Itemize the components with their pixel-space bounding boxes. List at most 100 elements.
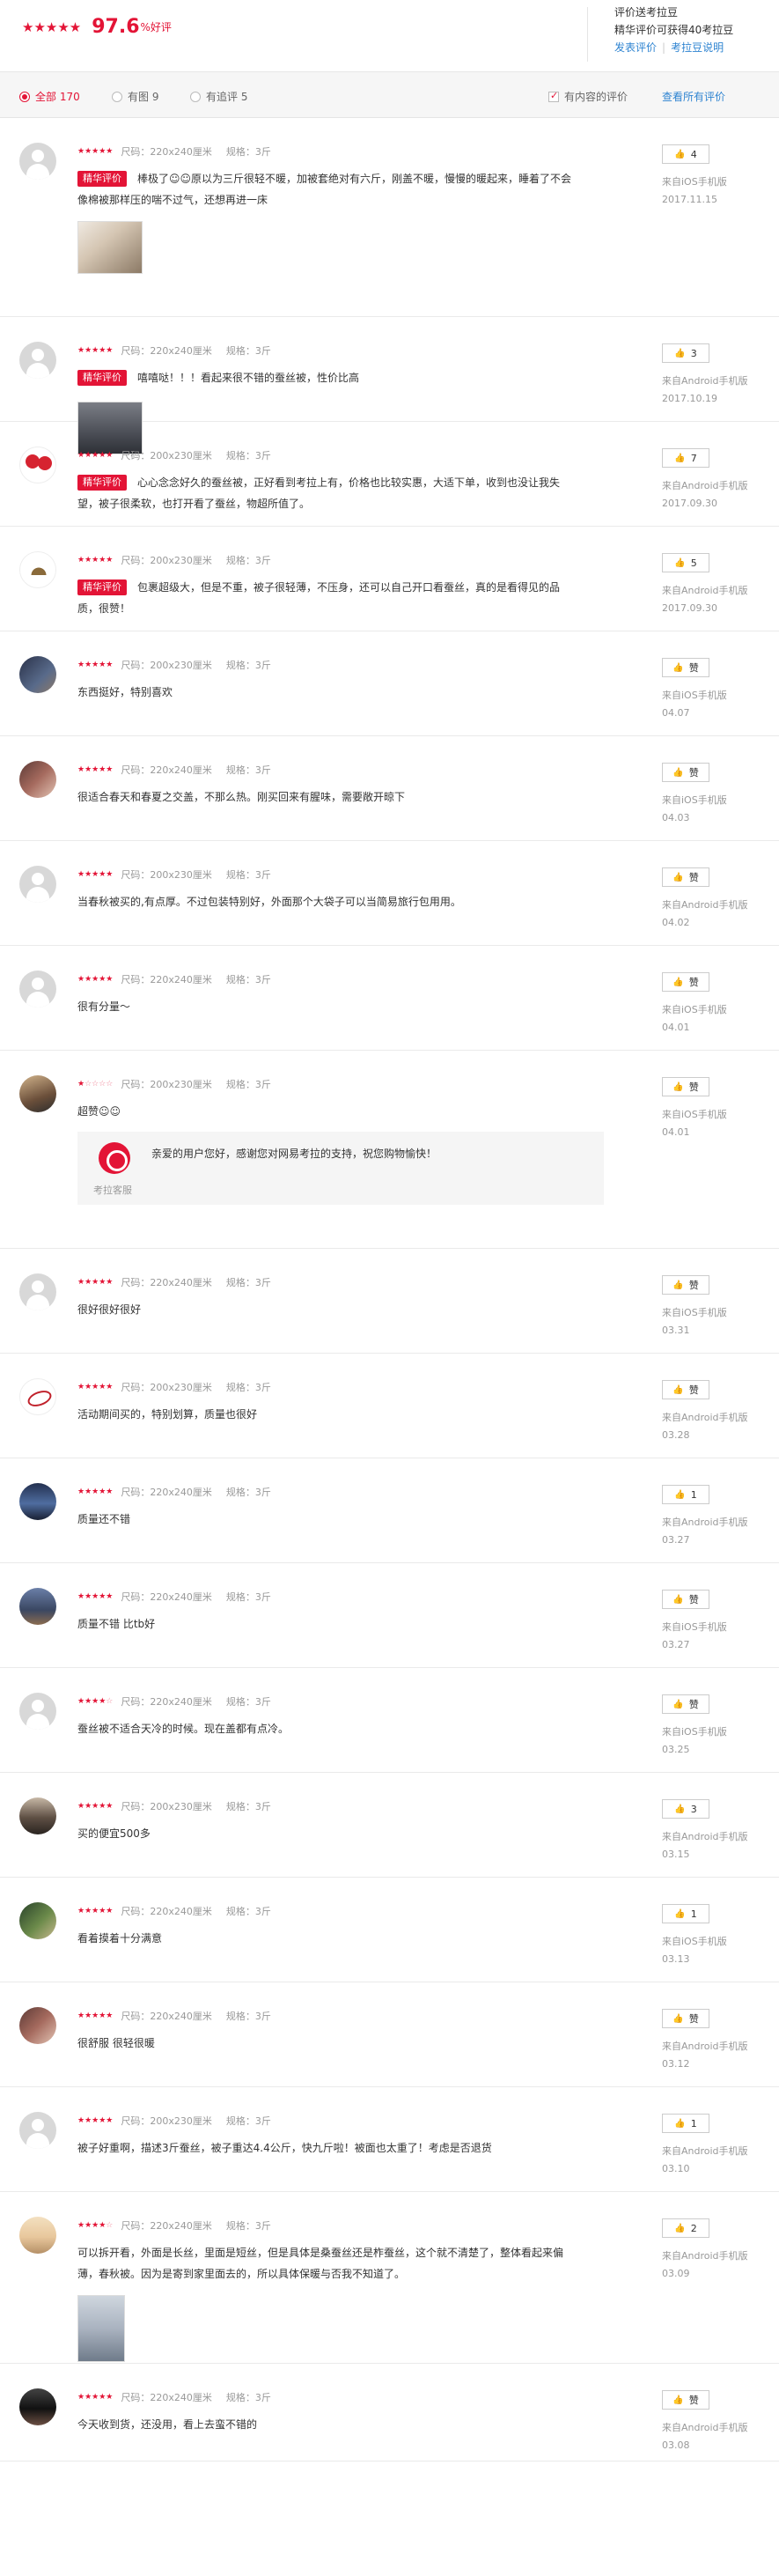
review-date: 2017.10.19	[662, 393, 717, 404]
like-button[interactable]: 👍 赞	[662, 763, 709, 782]
like-button[interactable]: 👍 1	[662, 1485, 709, 1504]
user-avatar[interactable]	[19, 143, 56, 180]
review-meta: ★★★★★ 尺码：220x240厘米 规格：3斤	[77, 144, 271, 159]
review-text: 很舒服 很轻很暖	[77, 2037, 155, 2049]
review-meta: ★★★★★ 尺码：220x240厘米 规格：3斤	[77, 972, 271, 986]
user-avatar[interactable]	[19, 1797, 56, 1834]
like-button[interactable]: 👍 赞	[662, 1275, 709, 1295]
review-platform: 来自iOS手机版	[662, 1109, 727, 1120]
view-all-link[interactable]: 查看所有评价	[662, 89, 725, 104]
filter-has-content[interactable]: 有内容的评价	[548, 89, 628, 104]
user-avatar[interactable]	[19, 1483, 56, 1520]
review-text: 质量不错 比tb好	[77, 1618, 156, 1630]
like-button[interactable]: 👍 3	[662, 343, 709, 363]
review-text: 可以拆开看，外面是长丝，里面是短丝，但是具体是桑蚕丝还是柞蚕丝，这个就不清楚了，…	[77, 2247, 564, 2259]
weight-spec: 规格：3斤	[225, 1801, 271, 1812]
size-spec: 尺码：200x230厘米	[121, 1801, 212, 1812]
like-button[interactable]: 👍 4	[662, 144, 709, 164]
like-button[interactable]: 👍 赞	[662, 658, 709, 677]
filter-appended[interactable]: 有追评 5	[190, 89, 247, 104]
review-date: 04.01	[662, 1126, 690, 1138]
like-button[interactable]: 👍 1	[662, 1904, 709, 1923]
weight-spec: 规格：3斤	[225, 764, 271, 776]
like-count: 赞	[688, 2395, 699, 2406]
review-platform: 来自Android手机版	[662, 2041, 748, 2052]
bean-links: 发表评价 | 考拉豆说明	[614, 39, 733, 56]
thumbs-up-icon: 👍	[672, 2395, 684, 2405]
review-source: 来自Android手机版 03.10	[662, 2143, 748, 2178]
thumbs-up-icon: 👍	[674, 1804, 686, 1814]
reply-author: 考拉客服	[93, 1185, 132, 1196]
user-avatar[interactable]	[19, 2007, 56, 2044]
like-button[interactable]: 👍 赞	[662, 867, 709, 887]
review-platform: 来自Android手机版	[662, 585, 748, 596]
review-item: ★★★★★ 尺码：200x230厘米 规格：3斤 当春秋被买的,有点厚。不过包装特别好…	[0, 841, 779, 946]
review-stars: ★★★★★	[77, 1907, 114, 1915]
user-avatar[interactable]	[19, 1588, 56, 1625]
filter-with-image[interactable]: 有图 9	[112, 89, 158, 104]
review-date: 03.15	[662, 1849, 690, 1860]
review-item: ★☆☆☆☆ 尺码：200x230厘米 规格：3斤 超赞☺☺ 亲爱的用户您好，感谢您对网易…	[0, 1051, 779, 1249]
like-button[interactable]: 👍 赞	[662, 1590, 709, 1609]
thumbs-up-icon: 👍	[672, 1280, 684, 1290]
post-review-link[interactable]: 发表评价	[614, 41, 657, 54]
user-avatar[interactable]	[19, 1378, 56, 1415]
review-date: 04.03	[662, 812, 690, 823]
review-text-line2: 质，很赞！	[77, 602, 131, 615]
like-button[interactable]: 👍 赞	[662, 1380, 709, 1399]
thumbs-up-icon: 👍	[672, 872, 684, 882]
review-stars: ★★★★★	[77, 451, 114, 460]
like-button[interactable]: 👍 赞	[662, 1077, 709, 1096]
size-spec: 尺码：200x230厘米	[121, 1079, 212, 1090]
like-count: 赞	[688, 1699, 699, 1710]
size-spec: 尺码：220x240厘米	[121, 1906, 212, 1917]
user-avatar[interactable]	[19, 2388, 56, 2425]
user-avatar[interactable]	[19, 342, 56, 379]
review-photo[interactable]	[77, 2295, 125, 2362]
like-button[interactable]: 👍 2	[662, 2218, 709, 2238]
review-date: 03.08	[662, 2439, 690, 2451]
review-source: 来自iOS手机版 03.31	[662, 1304, 727, 1340]
like-count: 赞	[688, 662, 699, 674]
user-avatar[interactable]	[19, 2217, 56, 2254]
like-button[interactable]: 👍 7	[662, 448, 709, 468]
review-text: 看着摸着十分满意	[77, 1932, 163, 1945]
user-avatar[interactable]	[19, 866, 56, 903]
user-avatar[interactable]	[19, 761, 56, 798]
review-date: 03.27	[662, 1639, 690, 1650]
review-platform: 来自iOS手机版	[662, 176, 727, 188]
user-avatar[interactable]	[19, 1075, 56, 1112]
review-item: ★★★★★ 尺码：220x240厘米 规格：3斤 质量还不错 👍 1 来自Android手机…	[0, 1458, 779, 1563]
review-source: 来自Android手机版 2017.09.30	[662, 582, 748, 617]
review-text: 质量还不错	[77, 1513, 131, 1525]
size-spec: 尺码：220x240厘米	[121, 1487, 212, 1498]
like-button[interactable]: 👍 赞	[662, 2009, 709, 2028]
like-button[interactable]: 👍 赞	[662, 2390, 709, 2410]
like-button[interactable]: 👍 赞	[662, 972, 709, 992]
like-button[interactable]: 👍 赞	[662, 1694, 709, 1714]
like-button[interactable]: 👍 5	[662, 553, 709, 572]
thumbs-up-icon: 👍	[674, 2118, 686, 2129]
user-avatar[interactable]	[19, 971, 56, 1008]
user-avatar[interactable]	[19, 551, 56, 588]
size-spec: 尺码：220x240厘米	[121, 974, 212, 985]
user-avatar[interactable]	[19, 1693, 56, 1730]
review-photo[interactable]	[77, 221, 143, 274]
filter-all[interactable]: 全部 170	[19, 89, 80, 104]
user-avatar[interactable]	[19, 1902, 56, 1939]
radio-icon	[112, 91, 122, 102]
user-avatar[interactable]	[19, 2112, 56, 2149]
like-button[interactable]: 👍 3	[662, 1799, 709, 1819]
user-avatar[interactable]	[19, 1273, 56, 1310]
size-spec: 尺码：220x240厘米	[121, 2220, 212, 2232]
review-source: 来自Android手机版 03.15	[662, 1828, 748, 1864]
review-stars: ★★★★★	[77, 2116, 114, 2125]
bean-explain-link[interactable]: 考拉豆说明	[671, 41, 724, 54]
thumbs-up-icon: 👍	[672, 1699, 684, 1709]
like-button[interactable]: 👍 1	[662, 2114, 709, 2133]
size-spec: 尺码：220x240厘米	[121, 1277, 212, 1288]
size-spec: 尺码：220x240厘米	[121, 146, 212, 158]
review-platform: 来自Android手机版	[662, 2422, 748, 2433]
user-avatar[interactable]	[19, 656, 56, 693]
user-avatar[interactable]	[19, 447, 56, 483]
